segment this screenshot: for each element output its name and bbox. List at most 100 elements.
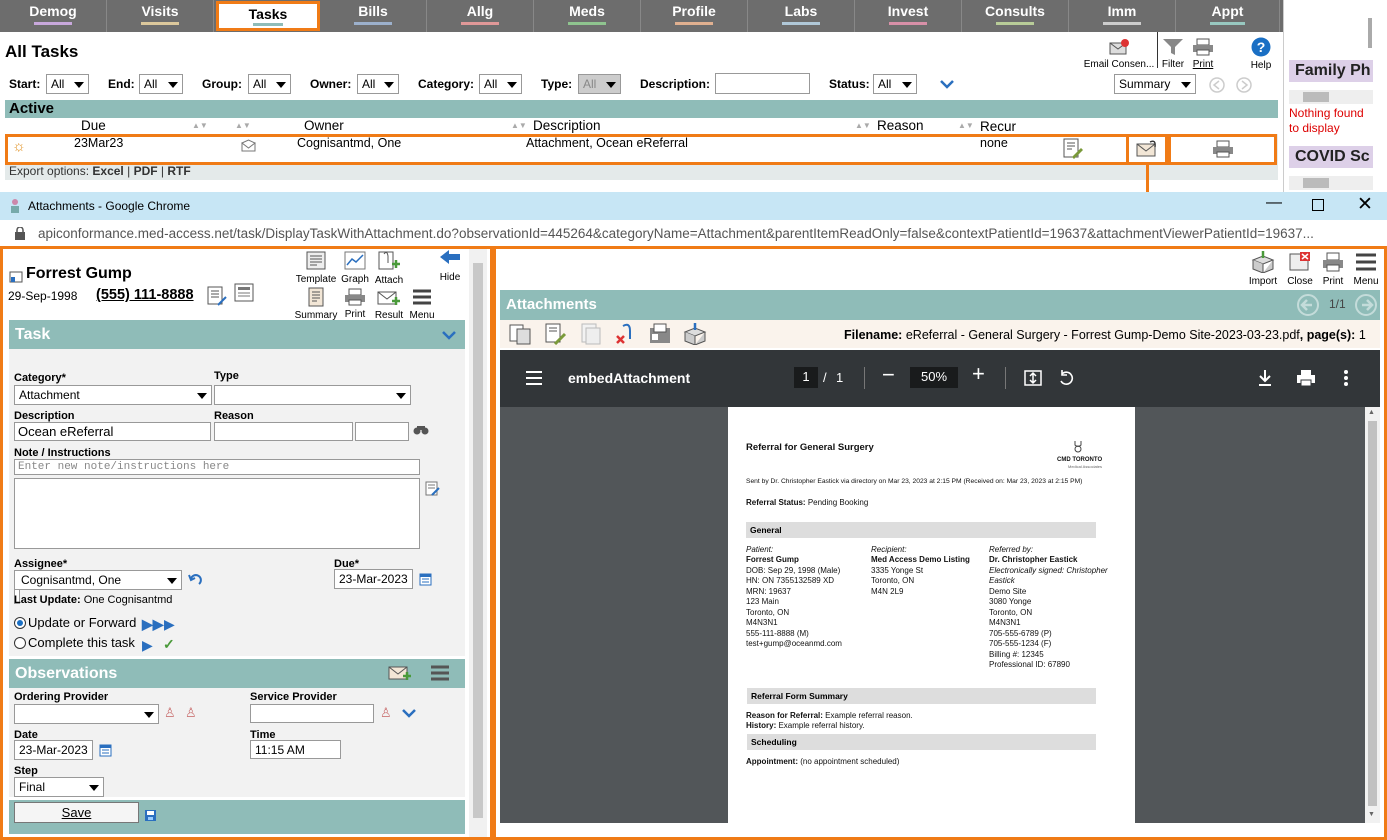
observation-time-input[interactable]: 11:15 AM (250, 740, 341, 759)
task-section-header[interactable]: Task (9, 320, 465, 349)
save-disk-icon[interactable] (144, 809, 157, 822)
view-mode-select[interactable]: Summary (1114, 74, 1196, 94)
print-attachment-button[interactable]: Print (1318, 251, 1348, 287)
sort-icon[interactable]: ▲▼ (192, 121, 208, 130)
service-provider-input[interactable] (250, 704, 374, 723)
forward-user-icon[interactable]: ▶ (164, 616, 175, 633)
ordering-provider-select[interactable] (14, 704, 159, 724)
prev-page-icon[interactable] (1209, 77, 1225, 93)
export-excel-link[interactable]: Excel (92, 164, 123, 178)
print-button[interactable]: Print (339, 288, 371, 320)
menu-button[interactable]: Menu (407, 287, 437, 321)
column-description[interactable]: Description (533, 118, 601, 133)
collapse-chevron-icon[interactable] (442, 331, 456, 341)
update-forward-radio[interactable] (14, 617, 26, 629)
maximize-button[interactable] (1312, 199, 1324, 211)
column-owner[interactable]: Owner (304, 118, 344, 133)
summary-button[interactable]: Summary (292, 287, 340, 321)
tab-allg[interactable]: Allg (427, 0, 534, 32)
calendar-icon[interactable] (419, 572, 432, 586)
document-icon[interactable] (234, 283, 254, 303)
category-select[interactable]: All (479, 74, 522, 94)
column-recur[interactable]: Recur (980, 119, 1016, 134)
download-icon[interactable] (1257, 369, 1273, 387)
close-window-button[interactable]: ✕ (1357, 193, 1373, 216)
email-consent-button[interactable]: Email Consen... (1082, 38, 1156, 70)
view-attachment-icon[interactable] (1136, 139, 1160, 159)
edit-task-icon[interactable] (1062, 138, 1084, 160)
edit-note-icon[interactable] (425, 481, 441, 497)
sort-icon[interactable]: ▲▼ (511, 121, 527, 130)
filter-button[interactable]: Filter (1159, 38, 1187, 70)
due-date-input[interactable]: 23-Mar-2023 (334, 569, 413, 589)
tab-demog[interactable]: Demog (0, 0, 107, 32)
sort-icon[interactable]: ▲▼ (958, 121, 974, 130)
step-select[interactable]: Final (14, 777, 104, 797)
hamburger-icon[interactable] (429, 664, 451, 682)
description-filter-input[interactable] (715, 73, 810, 94)
column-due[interactable]: Due (81, 118, 106, 133)
covid-header[interactable]: COVID Sc (1289, 146, 1373, 168)
print-list-button[interactable]: Print (1188, 38, 1218, 70)
observation-date-input[interactable]: 23-Mar-2023 (14, 740, 93, 760)
person-icon[interactable]: ♙ (380, 705, 392, 721)
forward-icon[interactable]: ▶▶ (142, 616, 164, 633)
remove-attachment-icon[interactable] (613, 323, 639, 345)
fax-icon[interactable] (648, 323, 674, 345)
family-scrollbar[interactable] (1289, 90, 1373, 104)
template-button[interactable]: Template (292, 251, 340, 285)
person-icon[interactable]: ♙ (164, 705, 176, 721)
reason-code-input[interactable] (355, 422, 409, 441)
notes-icon[interactable] (207, 285, 227, 307)
zoom-in-button[interactable]: + (972, 361, 985, 387)
covid-scrollbar[interactable] (1289, 176, 1373, 190)
zoom-out-button[interactable]: − (882, 362, 895, 388)
description-input[interactable]: Ocean eReferral (14, 422, 211, 441)
family-history-header[interactable]: Family Ph (1289, 60, 1373, 82)
status-select[interactable]: All (873, 74, 917, 94)
export-pdf-link[interactable]: PDF (134, 164, 158, 178)
address-bar[interactable]: apiconformance.med-access.net/task/Displ… (0, 220, 1387, 246)
sort-icon[interactable]: ▲▼ (235, 121, 251, 130)
result-envelope-icon[interactable] (388, 662, 412, 682)
column-reason[interactable]: Reason (877, 118, 924, 133)
zoom-input[interactable]: 50% (910, 367, 958, 388)
help-button[interactable]: ? Help (1246, 37, 1276, 71)
attachment-menu-button[interactable]: Menu (1351, 251, 1381, 287)
binoculars-icon[interactable] (413, 424, 429, 436)
minimize-button[interactable]: — (1266, 194, 1282, 212)
hide-button[interactable]: Hide (435, 249, 465, 283)
calendar-icon[interactable] (99, 743, 112, 757)
fit-page-icon[interactable] (1024, 370, 1042, 386)
tab-invest[interactable]: Invest (855, 0, 962, 32)
rotate-icon[interactable] (1058, 369, 1076, 387)
left-scrollbar[interactable] (469, 249, 487, 837)
patient-phone[interactable]: (555) 111-8888 (96, 287, 194, 303)
complete-icon[interactable]: ▶ (142, 637, 153, 654)
person-info-icon[interactable]: ♙ (185, 705, 197, 721)
export-box-icon[interactable] (683, 323, 709, 345)
export-rtf-link[interactable]: RTF (167, 164, 190, 178)
tab-labs[interactable]: Labs (748, 0, 855, 32)
close-attachment-button[interactable]: Close (1284, 251, 1316, 287)
complete-task-radio[interactable] (14, 637, 26, 649)
complete-check-icon[interactable]: ✓ (163, 636, 175, 653)
undo-arrow-icon[interactable] (188, 573, 202, 587)
sort-icon[interactable]: ▲▼ (855, 121, 871, 130)
attach-button[interactable]: Attach (373, 250, 405, 286)
note-history-textarea[interactable] (14, 478, 420, 549)
import-button[interactable]: Import (1246, 251, 1280, 287)
result-button[interactable]: Result (373, 287, 405, 321)
note-input[interactable]: Enter new note/instructions here (14, 459, 420, 475)
assignee-select[interactable]: Cognisantmd, One (14, 570, 182, 590)
tab-consults[interactable]: Consults (962, 0, 1069, 32)
graph-button[interactable]: Graph (339, 251, 371, 285)
expand-filters-chevron-icon[interactable] (940, 80, 954, 90)
start-select[interactable]: All (46, 74, 89, 94)
save-button[interactable]: Save (14, 802, 139, 823)
prev-attachment-icon[interactable] (1297, 294, 1319, 316)
group-select[interactable]: All (248, 74, 291, 94)
end-select[interactable]: All (139, 74, 183, 94)
pdf-sidebar-icon[interactable] (525, 370, 543, 386)
type-select[interactable] (214, 385, 411, 405)
